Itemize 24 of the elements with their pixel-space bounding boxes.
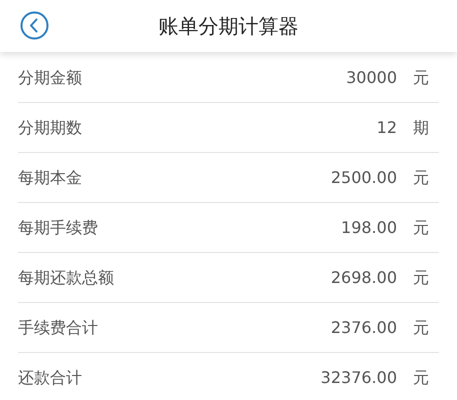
row-value: 2500.00 [330,166,397,188]
page-title: 账单分期计算器 [158,13,298,40]
unit-label: 元 [413,266,429,288]
row-label: 手续费合计 [18,316,98,338]
row-label: 每期本金 [18,166,82,188]
row-label: 分期金额 [18,66,82,88]
row-value: 198.00 [341,216,397,238]
unit-label: 元 [413,66,429,88]
row-value: 12 [376,116,397,138]
back-icon [20,11,49,40]
row-value: 2376.00 [330,316,397,338]
unit-label: 期 [413,116,429,138]
row-label: 每期手续费 [18,216,98,238]
row-label: 每期还款总额 [18,266,114,288]
unit-label: 元 [413,316,429,338]
unit-label: 元 [413,166,429,188]
unit-label: 元 [413,216,429,238]
row-value: 30000 [346,66,397,88]
row-value: 32376.00 [320,367,397,389]
row-value: 2698.00 [330,266,397,288]
row-label: 还款合计 [18,367,82,389]
unit-label: 元 [413,367,429,389]
back-button[interactable] [20,11,49,40]
row-label: 分期期数 [18,116,82,138]
